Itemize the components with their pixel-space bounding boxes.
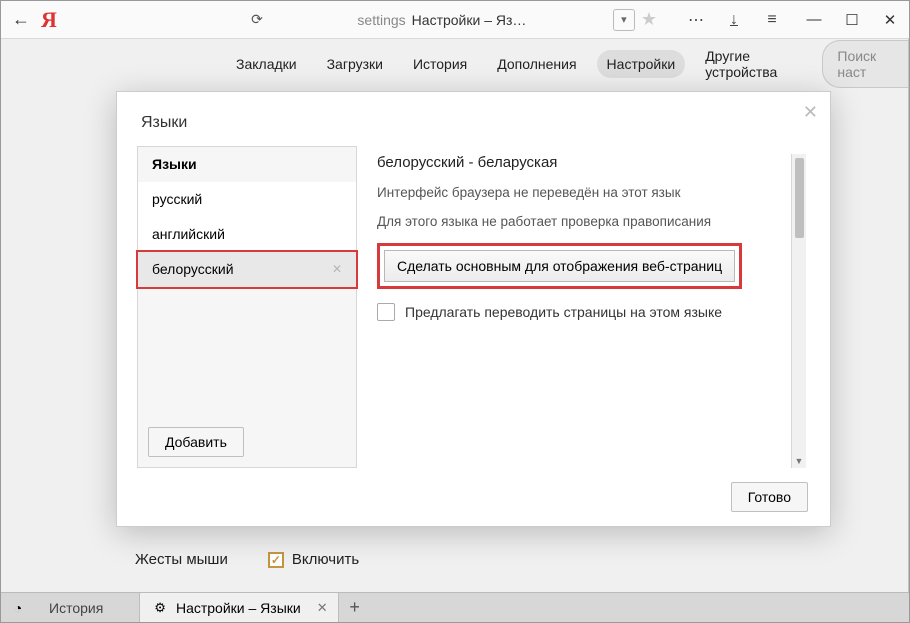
checkbox-icon bbox=[377, 303, 395, 321]
bookmark-star-icon[interactable]: ★ bbox=[641, 9, 657, 30]
languages-dialog: ✕ Языки Языки русский английский белорус… bbox=[116, 91, 831, 527]
tab-settings-languages[interactable]: ⚙ Настройки – Языки ✕ bbox=[140, 593, 338, 622]
window-minimize[interactable]: — bbox=[795, 11, 833, 28]
enable-gestures-label: Включить bbox=[292, 551, 359, 568]
language-details: белорусский - беларуская Интерфейс брауз… bbox=[377, 154, 791, 468]
menu-icon[interactable]: ≡ bbox=[763, 11, 781, 29]
back-button[interactable]: ← bbox=[1, 9, 41, 30]
titlebar: ← Я ⟳ settings Настройки – Яз… ▾ ★ ⋯ ↓ ≡… bbox=[1, 1, 909, 39]
nav-devices[interactable]: Другие устройства bbox=[695, 42, 812, 86]
addr-prefix: settings bbox=[357, 12, 405, 28]
enable-gestures-checkbox[interactable]: ✓ Включить bbox=[268, 551, 359, 568]
yandex-logo[interactable]: Я bbox=[41, 7, 73, 33]
tab-history[interactable]: История bbox=[35, 593, 140, 622]
nav-addons[interactable]: Дополнения bbox=[487, 50, 586, 78]
reload-button[interactable]: ⟳ bbox=[243, 11, 271, 28]
scrollbar-thumb[interactable] bbox=[795, 158, 804, 238]
make-primary-button[interactable]: Сделать основным для отображения веб-стр… bbox=[384, 250, 735, 282]
addr-title: Настройки – Яз… bbox=[412, 12, 527, 28]
nav-downloads[interactable]: Загрузки bbox=[317, 50, 393, 78]
tab-bar: ◔ История ⚙ Настройки – Языки ✕ + bbox=[1, 592, 909, 622]
interface-note: Интерфейс браузера не переведён на этот … bbox=[377, 185, 791, 200]
dialog-title: Языки bbox=[117, 92, 830, 146]
spellcheck-note: Для этого языка не работает проверка пра… bbox=[377, 214, 791, 229]
offer-translate-checkbox[interactable]: Предлагать переводить страницы на этом я… bbox=[377, 303, 791, 321]
more-icon[interactable]: ⋯ bbox=[687, 10, 705, 30]
language-list: Языки русский английский белорусский ✕ Д… bbox=[137, 146, 357, 468]
clock-icon[interactable]: ◔ bbox=[1, 593, 35, 622]
window-close[interactable]: ✕ bbox=[871, 11, 909, 29]
language-item-english[interactable]: английский bbox=[138, 217, 356, 252]
window-maximize[interactable]: ☐ bbox=[833, 11, 871, 29]
language-list-header: Языки bbox=[138, 147, 356, 182]
close-tab-icon[interactable]: ✕ bbox=[311, 600, 328, 616]
protect-icon[interactable]: ▾ bbox=[613, 9, 635, 31]
address-bar[interactable]: settings Настройки – Яз… bbox=[271, 12, 613, 28]
check-icon: ✓ bbox=[268, 552, 284, 568]
remove-language-icon[interactable]: ✕ bbox=[332, 262, 342, 276]
nav-history[interactable]: История bbox=[403, 50, 477, 78]
downloads-icon[interactable]: ↓ bbox=[725, 11, 743, 29]
mouse-gestures-section: Жесты мыши ✓ Включить bbox=[135, 551, 359, 568]
dialog-close-icon[interactable]: ✕ bbox=[803, 102, 818, 123]
done-button[interactable]: Готово bbox=[731, 482, 808, 512]
language-heading: белорусский - беларуская bbox=[377, 154, 791, 171]
settings-nav: Закладки Загрузки История Дополнения Нас… bbox=[1, 39, 909, 89]
section-title: Жесты мыши bbox=[135, 551, 228, 568]
nav-bookmarks[interactable]: Закладки bbox=[226, 50, 307, 78]
nav-settings[interactable]: Настройки bbox=[597, 50, 686, 78]
language-item-belarusian[interactable]: белорусский ✕ bbox=[138, 252, 356, 287]
settings-search[interactable]: Поиск наст bbox=[822, 40, 909, 88]
new-tab-button[interactable]: + bbox=[339, 593, 371, 622]
language-item-russian[interactable]: русский bbox=[138, 182, 356, 217]
details-scrollbar[interactable]: ▼ bbox=[791, 154, 806, 468]
add-language-button[interactable]: Добавить bbox=[148, 427, 244, 457]
offer-translate-label: Предлагать переводить страницы на этом я… bbox=[405, 304, 722, 320]
gear-icon: ⚙ bbox=[154, 600, 166, 616]
scroll-down-icon[interactable]: ▼ bbox=[795, 454, 804, 468]
